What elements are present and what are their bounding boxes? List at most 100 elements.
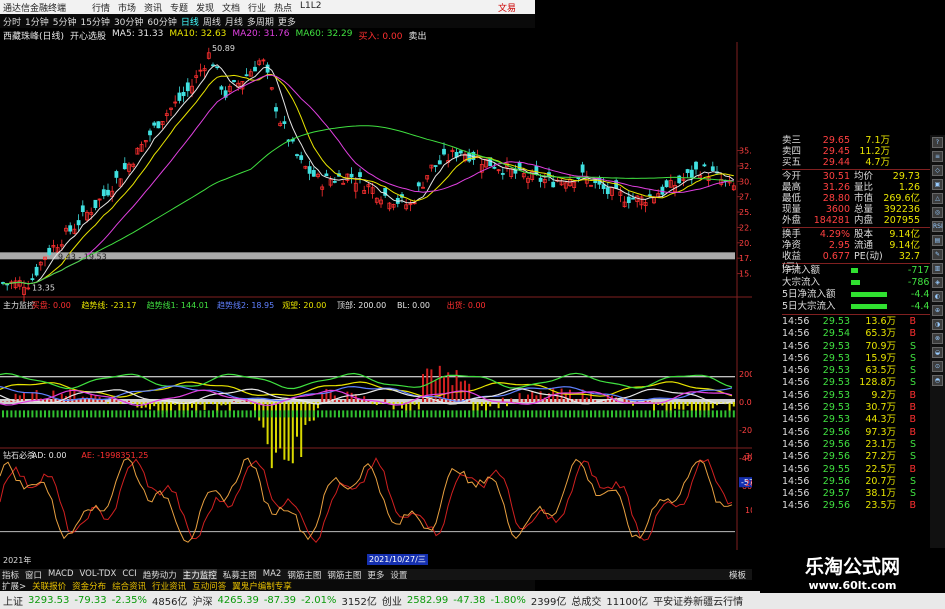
tick-row[interactable]: 14:56 29.54 65.3万 B xyxy=(782,328,945,340)
indicator-tab[interactable]: MA2 xyxy=(263,569,282,580)
tick-row[interactable]: 14:56 29.53 13.6万 B xyxy=(782,316,945,328)
high-label: 50.89 xyxy=(212,44,235,53)
tick-time: 14:56 xyxy=(782,328,810,340)
tick-row[interactable]: 14:56 29.53 9.2万 B xyxy=(782,390,945,402)
period-tab[interactable]: 月线 xyxy=(225,15,243,28)
tick-row[interactable]: 14:56 29.53 44.3万 B xyxy=(782,414,945,426)
tick-row[interactable]: 14:56 29.56 23.1万 S xyxy=(782,439,945,451)
tool-icon[interactable]: ◒ xyxy=(932,347,943,358)
tool-icon[interactable]: ◐ xyxy=(932,291,943,302)
template-button[interactable]: 模板 xyxy=(729,569,752,581)
tool-icon[interactable]: ? xyxy=(932,137,943,148)
indicator-tab[interactable]: 趋势动力 xyxy=(143,569,177,581)
menu-item[interactable]: 行业 xyxy=(248,1,274,14)
tool-icon[interactable]: ⊕ xyxy=(932,305,943,316)
indicator-tab[interactable]: CCI xyxy=(122,569,136,580)
tick-time: 14:56 xyxy=(782,340,810,352)
link-item[interactable]: 关联报价 xyxy=(32,580,66,592)
tick-time: 14:56 xyxy=(782,365,810,377)
menu-item[interactable]: 资讯 xyxy=(144,1,170,14)
indicator-tab[interactable]: 钢筋主图 xyxy=(287,569,321,581)
tick-row[interactable]: 14:56 29.55 22.5万 B xyxy=(782,464,945,476)
indicator-legend: BL: 0.00 xyxy=(397,301,430,310)
period-tab[interactable]: 15分钟 xyxy=(80,15,109,28)
candle xyxy=(332,180,337,183)
tool-icon[interactable]: ◑ xyxy=(932,319,943,330)
menu-item[interactable]: 热点 xyxy=(274,1,300,14)
tool-icon[interactable]: ◈ xyxy=(932,277,943,288)
tick-row[interactable]: 14:56 29.56 97.3万 B xyxy=(782,427,945,439)
period-tab[interactable]: 更多 xyxy=(278,15,296,28)
quote-key: 最高 xyxy=(782,182,802,193)
indicator-tab[interactable]: 更多 xyxy=(367,569,384,581)
period-tab[interactable]: 周线 xyxy=(203,15,221,28)
candle xyxy=(93,199,98,209)
legend-item: MA5: 31.33 xyxy=(112,29,164,39)
quote-val: 207955 xyxy=(883,215,920,226)
tool-icon[interactable]: ◇ xyxy=(932,165,943,176)
account-label[interactable]: 文易 xyxy=(498,1,516,14)
link-item[interactable]: 扩展> xyxy=(2,580,26,592)
indicator-tab[interactable]: 钢筋主图 xyxy=(327,569,361,581)
legend-item: MA10: 32.63 xyxy=(169,29,227,39)
menu-item[interactable]: L1L2 xyxy=(300,1,326,14)
tool-icon[interactable]: ▥ xyxy=(932,263,943,274)
period-tab[interactable]: 5分钟 xyxy=(53,15,77,28)
candle xyxy=(626,196,631,204)
tick-row[interactable]: 14:56 29.53 128.8万 S xyxy=(782,377,945,389)
tick-list[interactable]: 14:56 29.53 13.6万 B 14:56 29.54 65.3万 B 14:56 29.… xyxy=(782,316,945,513)
tick-row[interactable]: 14:56 29.53 30.7万 B xyxy=(782,402,945,414)
tick-row[interactable]: 14:56 29.56 23.5万 B xyxy=(782,500,945,512)
tick-row[interactable]: 14:56 29.56 27.2万 S xyxy=(782,451,945,463)
candle xyxy=(295,154,299,157)
tick-row[interactable]: 14:56 29.53 70.9万 S xyxy=(782,341,945,353)
tool-icon[interactable]: RSI xyxy=(932,221,943,232)
menu-item[interactable]: 发现 xyxy=(196,1,222,14)
indicator-tab[interactable]: 窗口 xyxy=(25,569,42,581)
menu-item[interactable]: 市场 xyxy=(118,1,144,14)
menu-item[interactable]: 专题 xyxy=(170,1,196,14)
tool-icon[interactable]: ✎ xyxy=(932,249,943,260)
candle xyxy=(580,164,585,173)
link-item[interactable]: 资金分布 xyxy=(72,580,106,592)
tool-icon[interactable]: ▤ xyxy=(932,235,943,246)
period-tab[interactable]: 30分钟 xyxy=(114,15,143,28)
tool-icon[interactable]: △ xyxy=(932,193,943,204)
tick-row[interactable]: 14:56 29.56 20.7万 S xyxy=(782,476,945,488)
tool-icon[interactable]: ◎ xyxy=(932,207,943,218)
menu-item[interactable]: 文档 xyxy=(222,1,248,14)
quote-val: 9.14亿 xyxy=(889,240,920,251)
link-item[interactable]: 翼鬼户编制专享 xyxy=(232,580,292,592)
tick-row[interactable]: 14:56 29.53 15.9万 S xyxy=(782,353,945,365)
period-tab[interactable]: 分时 xyxy=(3,15,21,28)
candle xyxy=(500,173,505,175)
quote-val: 11.2万 xyxy=(859,146,890,157)
link-item[interactable]: 互动问答 xyxy=(192,580,226,592)
tool-icon[interactable]: ◓ xyxy=(932,375,943,386)
indicator-tab[interactable]: 设置 xyxy=(390,569,407,581)
link-item[interactable]: 行业资讯 xyxy=(152,580,186,592)
link-item[interactable]: 综合资讯 xyxy=(112,580,146,592)
tool-icon[interactable]: ▣ xyxy=(932,179,943,190)
indicator-tab[interactable]: 私募主图 xyxy=(223,569,257,581)
tick-side: S xyxy=(909,438,916,450)
tick-row[interactable]: 14:56 29.53 63.5万 S xyxy=(782,365,945,377)
indicator-tab[interactable]: 指标 xyxy=(2,569,19,581)
status-item: -87.39 xyxy=(263,594,297,606)
flow-row: 大宗流入 -7868万 xyxy=(782,277,945,289)
tool-icon[interactable]: ⊙ xyxy=(932,361,943,372)
chart-area[interactable]: 50.89 9.43 - 19.53 13.35 35.00 32.50 30.00 27.… xyxy=(0,42,752,550)
period-tab[interactable]: 1分钟 xyxy=(25,15,49,28)
tick-row[interactable]: 14:56 29.57 38.1万 S xyxy=(782,488,945,500)
tool-icon[interactable]: ≡ xyxy=(932,151,943,162)
tool-icon[interactable]: ⊗ xyxy=(932,333,943,344)
tick-volume: 65.3万 xyxy=(865,328,896,340)
indicator-tab[interactable]: VOL-TDX xyxy=(80,569,117,580)
indicator-tab[interactable]: 主力监控 xyxy=(182,569,217,581)
period-tab[interactable]: 日线 xyxy=(181,15,199,28)
period-tab[interactable]: 多周期 xyxy=(247,15,274,28)
period-tab[interactable]: 60分钟 xyxy=(147,15,176,28)
indicator-tab[interactable]: MACD xyxy=(48,569,73,580)
menu-item[interactable]: 行情 xyxy=(92,1,118,14)
indicator-tabs: 指标 窗口 MACD VOL-TDX CCI 趋势动力 主力监控 私募主图 MA2 钢筋主图 钢筋主… xyxy=(0,569,752,581)
